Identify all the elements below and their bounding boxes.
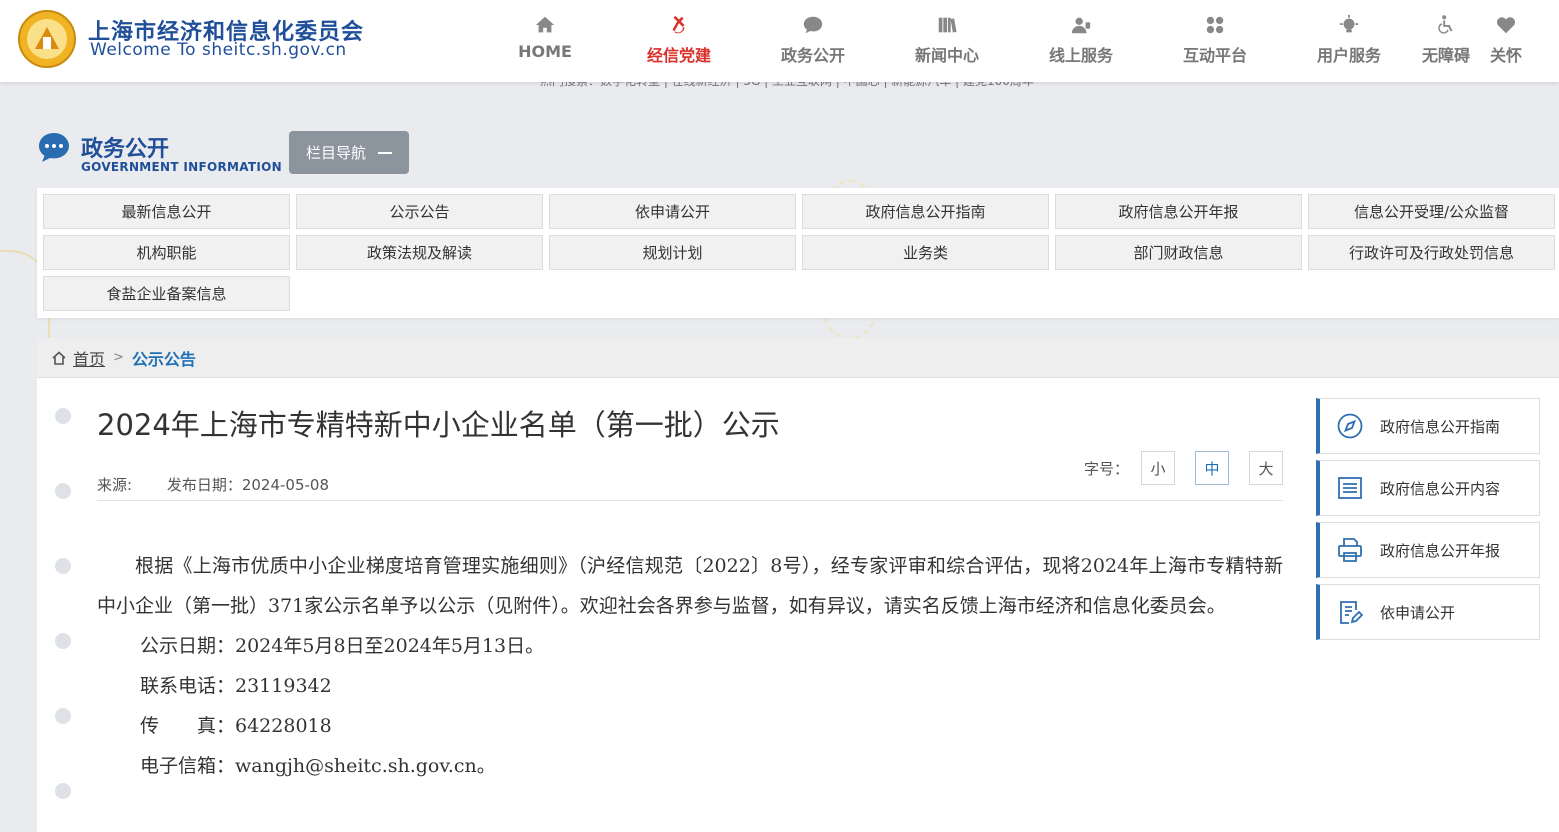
section-subtitle: GOVERNMENT INFORMATION <box>81 160 282 174</box>
nav-label: 互动平台 <box>1182 46 1247 65</box>
font-size-large-button[interactable]: 大 <box>1249 451 1284 485</box>
home-icon <box>535 16 555 33</box>
category-department-finance[interactable]: 部门财政信息 <box>1055 235 1302 270</box>
contact-phone: 联系电话：23119342 <box>140 675 332 697</box>
chat-bubble-icon <box>39 133 69 162</box>
category-on-request-disclosure[interactable]: 依申请公开 <box>549 194 796 229</box>
article-source: 来源: <box>97 476 133 494</box>
side-link-label: 政府信息公开内容 <box>1380 479 1501 498</box>
article-body: 根据《上海市优质中小企业梯度培育管理实施细则》（沪经信规范〔2022〕8号），经… <box>97 546 1283 786</box>
side-link-disclosure-content[interactable]: 政府信息公开内容 <box>1316 460 1540 516</box>
decorative-dot <box>55 408 71 424</box>
contact-email: 电子信箱：wangjh@sheitc.sh.gov.cn。 <box>140 755 496 777</box>
nav-label: 无障碍 <box>1421 46 1470 65</box>
side-link-label: 政府信息公开指南 <box>1380 417 1501 436</box>
nav-online-service[interactable]: 线上服务 <box>1014 0 1148 82</box>
article-meta: 来源: 发布日期：2024-05-08 <box>97 474 329 495</box>
category-institution-functions[interactable]: 机构职能 <box>43 235 290 270</box>
nav-label: HOME <box>518 42 572 61</box>
category-disclosure-guide[interactable]: 政府信息公开指南 <box>802 194 1049 229</box>
books-icon <box>938 17 957 33</box>
bulb-icon <box>1339 14 1359 33</box>
nav-label: 政务公开 <box>780 46 845 65</box>
collapse-icon <box>378 151 392 154</box>
article-title: 2024年上海市专精特新中小企业名单（第一批）公示 <box>97 408 780 442</box>
decorative-dot <box>55 558 71 574</box>
nav-label: 线上服务 <box>1048 46 1113 65</box>
user-service-icon <box>1071 17 1091 34</box>
breadcrumb: 首页 > 公示公告 <box>37 338 1559 378</box>
category-annual-report[interactable]: 政府信息公开年报 <box>1055 194 1302 229</box>
category-panel: 最新信息公开 公示公告 依申请公开 政府信息公开指南 政府信息公开年报 信息公开… <box>37 188 1559 318</box>
category-latest-disclosure[interactable]: 最新信息公开 <box>43 194 290 229</box>
nav-news-center[interactable]: 新闻中心 <box>880 0 1014 82</box>
nav-party-building[interactable]: 经信党建 <box>612 0 746 82</box>
category-policy-regulations[interactable]: 政策法规及解读 <box>296 235 543 270</box>
nav-interaction-platform[interactable]: 互动平台 <box>1148 0 1282 82</box>
side-link-disclosure-guide[interactable]: 政府信息公开指南 <box>1316 398 1540 454</box>
font-size-medium-button[interactable]: 中 <box>1195 451 1230 485</box>
font-size-label: 字号： <box>1084 459 1130 478</box>
nav-accessibility[interactable]: 无障碍 <box>1416 0 1476 82</box>
category-grid: 最新信息公开 公示公告 依申请公开 政府信息公开指南 政府信息公开年报 信息公开… <box>43 194 1555 311</box>
nav-label: 经信党建 <box>646 46 711 65</box>
breadcrumb-separator: > <box>113 350 124 365</box>
side-quick-links: 政府信息公开指南 政府信息公开内容 政府信息公开年报 依申请公开 <box>1316 398 1540 646</box>
side-link-on-request[interactable]: 依申请公开 <box>1316 584 1540 640</box>
heart-icon <box>1496 17 1516 34</box>
party-emblem-icon <box>672 15 685 34</box>
category-salt-enterprise-filing[interactable]: 食盐企业备案信息 <box>43 276 290 311</box>
decorative-dot <box>55 708 71 724</box>
font-size-switcher: 字号： 小 中 大 <box>1084 451 1284 485</box>
column-nav-button[interactable]: 栏目导航 <box>289 131 409 174</box>
decorative-dot <box>55 483 71 499</box>
font-size-small-button[interactable]: 小 <box>1141 451 1176 485</box>
category-planning[interactable]: 规划计划 <box>549 235 796 270</box>
nav-user-service[interactable]: 用户服务 <box>1282 0 1416 82</box>
meta-divider <box>97 500 1283 501</box>
breadcrumb-current[interactable]: 公示公告 <box>132 346 196 370</box>
breadcrumb-home-link[interactable]: 首页 <box>73 346 105 370</box>
category-administrative-licensing[interactable]: 行政许可及行政处罚信息 <box>1308 235 1555 270</box>
side-link-annual-report[interactable]: 政府信息公开年报 <box>1316 522 1540 578</box>
decorative-dot <box>55 783 71 799</box>
nav-label: 新闻中心 <box>914 46 979 65</box>
section-title: 政务公开 <box>81 137 170 162</box>
article-date: 发布日期：2024-05-08 <box>166 476 330 494</box>
interaction-icon <box>1206 16 1224 34</box>
side-link-label: 政府信息公开年报 <box>1380 541 1501 560</box>
site-logo-icon[interactable] <box>17 9 77 69</box>
nav-care-mode[interactable]: 关怀 <box>1476 0 1536 82</box>
category-public-supervision[interactable]: 信息公开受理/公众监督 <box>1308 194 1555 229</box>
site-header: 上海市经济和信息化委员会 Welcome To sheitc.sh.gov.cn… <box>0 0 1559 82</box>
nav-label: 关怀 <box>1489 46 1522 65</box>
contact-fax: 传 真：64228018 <box>140 715 332 737</box>
article-paragraph: 根据《上海市优质中小企业梯度培育管理实施细则》（沪经信规范〔2022〕8号），经… <box>97 555 1283 617</box>
wheelchair-icon <box>1438 15 1453 34</box>
notice-period: 公示日期：2024年5月8日至2024年5月13日。 <box>140 635 545 657</box>
category-business[interactable]: 业务类 <box>802 235 1049 270</box>
background-line-illustration <box>0 520 12 820</box>
side-link-label: 依申请公开 <box>1380 603 1456 622</box>
chat-bubble-icon <box>803 16 823 34</box>
article-container: 2024年上海市专精特新中小企业名单（第一批）公示 来源: 发布日期：2024-… <box>37 378 1559 832</box>
nav-government-affairs[interactable]: 政务公开 <box>746 0 880 82</box>
form-edit-icon <box>1340 601 1364 624</box>
category-announcements[interactable]: 公示公告 <box>296 194 543 229</box>
home-icon <box>52 350 66 365</box>
decorative-dot <box>55 633 71 649</box>
site-subtitle: Welcome To sheitc.sh.gov.cn <box>90 40 347 60</box>
nav-label: 用户服务 <box>1316 46 1381 65</box>
list-icon <box>1338 477 1362 499</box>
main-nav: HOME 经信党建 政务公开 新闻中心 线上服务 互动平台 用户服务 无障碍 关… <box>478 0 1536 82</box>
printer-icon <box>1338 538 1362 562</box>
compass-icon <box>1337 413 1363 439</box>
nav-home[interactable]: HOME <box>478 0 612 82</box>
column-nav-label: 栏目导航 <box>305 144 366 162</box>
